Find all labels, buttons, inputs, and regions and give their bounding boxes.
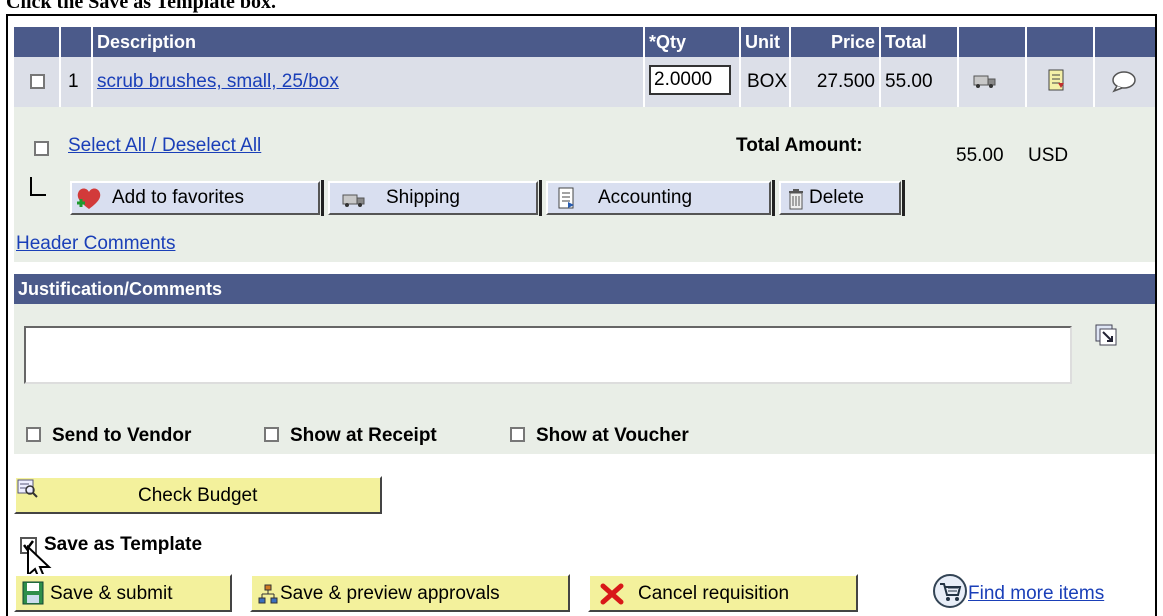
truck-icon — [342, 194, 365, 207]
button-separator — [772, 180, 775, 216]
check-budget-button[interactable]: Check Budget — [14, 476, 382, 514]
add-to-favorites-label: Add to favorites — [112, 187, 245, 208]
summary-panel: Select All / Deselect All Total Amount: … — [14, 107, 1155, 262]
accounting-cell — [1027, 57, 1095, 107]
header-description: Description — [93, 27, 645, 57]
header-accounting-col — [1027, 27, 1095, 57]
button-separator — [321, 180, 324, 216]
save-disk-icon — [22, 581, 44, 605]
accounting-icon — [558, 187, 574, 209]
send-to-vendor-checkbox[interactable] — [26, 427, 41, 442]
budget-magnifier-icon — [17, 479, 38, 498]
line-row: 1 scrub brushes, small, 25/box 2.0000 BO… — [14, 57, 1155, 107]
header-total: Total — [881, 27, 959, 57]
line-grid-header: Description *Qty Unit Price Total — [14, 27, 1155, 57]
show-at-voucher-label: Show at Voucher — [536, 425, 689, 446]
check-budget-label: Check Budget — [138, 485, 258, 506]
accounting-icon[interactable] — [1047, 69, 1067, 93]
find-more-items-link[interactable]: Find more items — [968, 583, 1104, 605]
description-cell: scrub brushes, small, 25/box — [93, 57, 645, 107]
delete-label: Delete — [809, 187, 864, 208]
total-amount-value: 55.00 — [956, 145, 1004, 166]
delete-button[interactable]: Delete — [779, 181, 901, 215]
shipping-label: Shipping — [386, 187, 460, 208]
accounting-label: Accounting — [598, 187, 693, 208]
add-to-favorites-button[interactable]: Add to favorites — [70, 181, 320, 215]
line-select-cell — [14, 57, 61, 107]
shipping-button[interactable]: Shipping — [328, 181, 538, 215]
line-select-checkbox[interactable] — [30, 74, 45, 89]
total-amount-label: Total Amount: — [736, 135, 863, 156]
show-at-receipt-label: Show at Receipt — [290, 425, 437, 446]
qty-input[interactable]: 2.0000 — [649, 65, 731, 95]
comment-bubble-icon[interactable] — [1111, 71, 1137, 93]
comment-cell — [1095, 57, 1155, 107]
item-description-link[interactable]: scrub brushes, small, 25/box — [97, 71, 339, 92]
red-x-icon — [600, 583, 624, 605]
instruction-text: Click the Save as Template box. — [6, 0, 277, 13]
justification-comments-panel: Send to Vendor Show at Receipt Show at V… — [14, 304, 1155, 454]
price-cell: 27.500 — [791, 57, 881, 107]
trash-can-icon — [789, 189, 803, 210]
currency-code: USD — [1028, 145, 1069, 166]
header-unit: Unit — [741, 27, 791, 57]
header-select-cell — [14, 27, 61, 57]
comments-textarea[interactable] — [24, 326, 1072, 384]
justification-comments-header: Justification/Comments — [14, 274, 1155, 304]
button-separator — [539, 180, 542, 216]
approval-hierarchy-icon — [258, 584, 278, 604]
save-submit-label: Save & submit — [50, 583, 173, 604]
header-line-cell — [61, 27, 93, 57]
show-at-voucher-checkbox[interactable] — [510, 427, 525, 442]
line-number: 1 — [61, 57, 93, 107]
save-preview-approvals-button[interactable]: Save & preview approvals — [250, 574, 570, 612]
save-preview-approvals-label: Save & preview approvals — [280, 583, 500, 604]
header-comments-link[interactable]: Header Comments — [16, 233, 175, 255]
select-all-link[interactable]: Select All / Deselect All — [68, 135, 261, 157]
button-separator — [902, 180, 905, 216]
shipping-cell — [959, 57, 1027, 107]
cancel-requisition-button[interactable]: Cancel requisition — [588, 574, 858, 612]
expand-textarea-icon[interactable] — [1095, 324, 1117, 346]
header-shipping-col — [959, 27, 1027, 57]
tree-connector-icon — [30, 177, 46, 196]
shopping-cart-icon[interactable] — [932, 573, 968, 609]
save-as-template-label: Save as Template — [44, 534, 203, 555]
unit-cell: BOX — [741, 57, 791, 107]
select-all-checkbox[interactable] — [34, 141, 49, 156]
header-comment-col — [1095, 27, 1155, 57]
show-at-receipt-checkbox[interactable] — [264, 427, 279, 442]
heart-plus-icon — [77, 188, 101, 209]
header-qty: *Qty — [645, 27, 741, 57]
accounting-button[interactable]: Accounting — [546, 181, 771, 215]
save-submit-button[interactable]: Save & submit — [14, 574, 232, 612]
truck-icon[interactable] — [973, 73, 997, 89]
qty-cell: 2.0000 — [645, 57, 741, 107]
send-to-vendor-label: Send to Vendor — [52, 425, 192, 446]
cancel-requisition-label: Cancel requisition — [638, 583, 790, 604]
total-cell: 55.00 — [881, 57, 959, 107]
header-price: Price — [791, 27, 881, 57]
